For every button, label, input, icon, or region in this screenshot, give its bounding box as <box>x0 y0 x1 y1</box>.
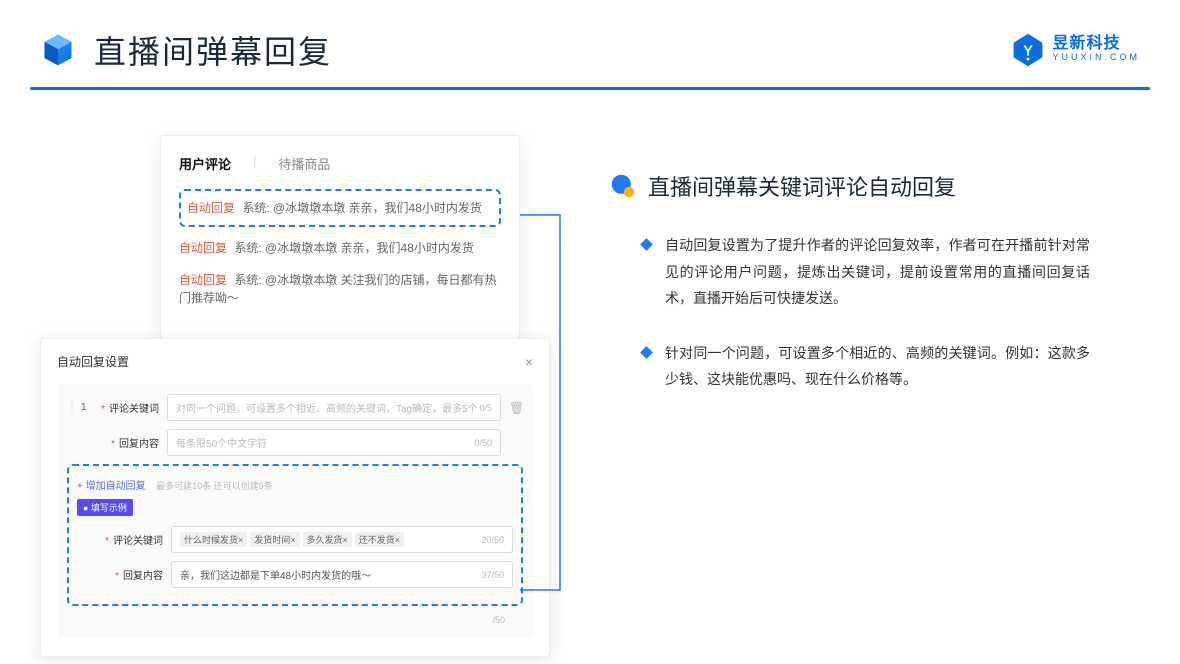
keyword-row: ⋮⋮ 1 *评论关键词 对同一个问题，可设置多个相近、高频的关键词，Tag确定，… <box>67 394 523 421</box>
brand-logo: Y 昱新科技 YUUXIN.COM <box>1010 32 1140 68</box>
keyword-input[interactable]: 对同一个问题，可设置多个相近、高频的关键词，Tag确定，最多5个 0/5 <box>167 394 501 421</box>
auto-reply-tag: 自动回复 <box>187 201 235 215</box>
auto-reply-tag: 自动回复 <box>179 241 227 255</box>
add-auto-reply-link[interactable]: + 增加自动回复 <box>77 477 146 492</box>
brand-logo-icon: Y <box>1010 32 1046 68</box>
auto-reply-tag: 自动回复 <box>179 273 227 287</box>
comment-row: 自动回复 系统: @冰墩墩本墩 亲亲，我们48小时内发货 <box>179 239 501 257</box>
keyword-tag[interactable]: 多久发货× <box>303 532 352 547</box>
char-counter: 0/50 <box>474 438 492 448</box>
brand-domain: YUUXIN.COM <box>1052 52 1140 64</box>
page-title: 直播间弹幕回复 <box>94 27 332 73</box>
char-counter: 20/50 <box>481 535 504 545</box>
auto-reply-settings-card: 自动回复设置 × ⋮⋮ 1 *评论关键词 对同一个问题，可设置多个相近、高频的关… <box>40 338 550 657</box>
example-content-label: *回复内容 <box>103 567 163 582</box>
keyword-tag[interactable]: 还不发货× <box>355 532 404 547</box>
drag-handle-icon[interactable]: ⋮⋮ <box>67 402 75 413</box>
page-header: 直播间弹幕回复 Y 昱新科技 YUUXIN.COM <box>0 0 1180 75</box>
cube-icon <box>40 32 76 68</box>
keyword-tag[interactable]: 发货时间× <box>250 532 299 547</box>
comments-card: 用户评论 | 待播商品 自动回复 系统: @冰墩墩本墩 亲亲，我们48小时内发货… <box>160 135 520 352</box>
settings-title: 自动回复设置 <box>57 353 129 370</box>
tab-pending-goods[interactable]: 待播商品 <box>278 154 330 173</box>
svg-text:Y: Y <box>1024 43 1034 59</box>
add-hint: 最多可建10条 还可以创建9条 <box>156 481 273 491</box>
brand-name: 昱新科技 <box>1052 36 1140 52</box>
settings-title-bar: 自动回复设置 × <box>57 353 533 370</box>
keyword-label: *评论关键词 <box>99 400 159 415</box>
example-block: + 增加自动回复 最多可建10条 还可以创建9条 ● 填写示例 *评论关键词 什… <box>67 464 523 606</box>
content-input[interactable]: 每条限50个中文字符 0/50 <box>167 429 501 456</box>
bullet-text: 针对同一个问题，可设置多个相近的、高频的关键词。例如：这款多少钱、这块能优惠吗、… <box>665 340 1090 393</box>
content-row: *回复内容 每条限50个中文字符 0/50 <box>67 429 523 456</box>
content-label: *回复内容 <box>99 435 159 450</box>
trailing-counter: /50 <box>492 615 505 625</box>
description-panel: 直播间弹幕关键词评论自动回复 自动回复设置为了提升作者的评论回复效率，作者可在开… <box>550 120 1090 421</box>
connector-line <box>510 180 570 600</box>
comment-text: 系统: @冰墩墩本墩 亲亲，我们48小时内发货 <box>234 241 474 255</box>
tab-user-comments[interactable]: 用户评论 <box>179 154 231 173</box>
diamond-bullet-icon <box>640 238 653 251</box>
chat-bubble-icon <box>610 173 636 199</box>
bullet-item: 自动回复设置为了提升作者的评论回复效率，作者可在开播前针对常见的评论用户问题，提… <box>610 232 1090 312</box>
comments-tabs: 用户评论 | 待播商品 <box>179 154 501 173</box>
illustration-panel: 用户评论 | 待播商品 自动回复 系统: @冰墩墩本墩 亲亲，我们48小时内发货… <box>40 120 550 421</box>
diamond-bullet-icon <box>640 346 653 359</box>
highlighted-comment: 自动回复 系统: @冰墩墩本墩 亲亲，我们48小时内发货 <box>179 189 501 227</box>
tab-separator: | <box>253 154 256 173</box>
example-keyword-label: *评论关键词 <box>103 532 163 547</box>
bullet-text: 自动回复设置为了提升作者的评论回复效率，作者可在开播前针对常见的评论用户问题，提… <box>665 232 1090 312</box>
comment-row: 自动回复 系统: @冰墩墩本墩 关注我们的店铺，每日都有热门推荐呦～ <box>179 271 501 307</box>
section-title: 直播间弹幕关键词评论自动回复 <box>648 170 956 202</box>
row-number: 1 <box>81 402 99 413</box>
keyword-tag[interactable]: 什么时候发货× <box>180 532 247 547</box>
example-keyword-input[interactable]: 什么时候发货× 发货时间× 多久发货× 还不发货× 20/50 <box>171 526 513 553</box>
bullet-item: 针对同一个问题，可设置多个相近的、高频的关键词。例如：这款多少钱、这块能优惠吗、… <box>610 340 1090 393</box>
char-counter: 37/50 <box>481 570 504 580</box>
example-content-input[interactable]: 亲，我们这边都是下单48小时内发货的哦～ 37/50 <box>171 561 513 588</box>
comment-text: 系统: @冰墩墩本墩 亲亲，我们48小时内发货 <box>242 201 482 215</box>
char-counter: 0/5 <box>479 403 492 413</box>
example-badge: ● 填写示例 <box>77 499 133 516</box>
